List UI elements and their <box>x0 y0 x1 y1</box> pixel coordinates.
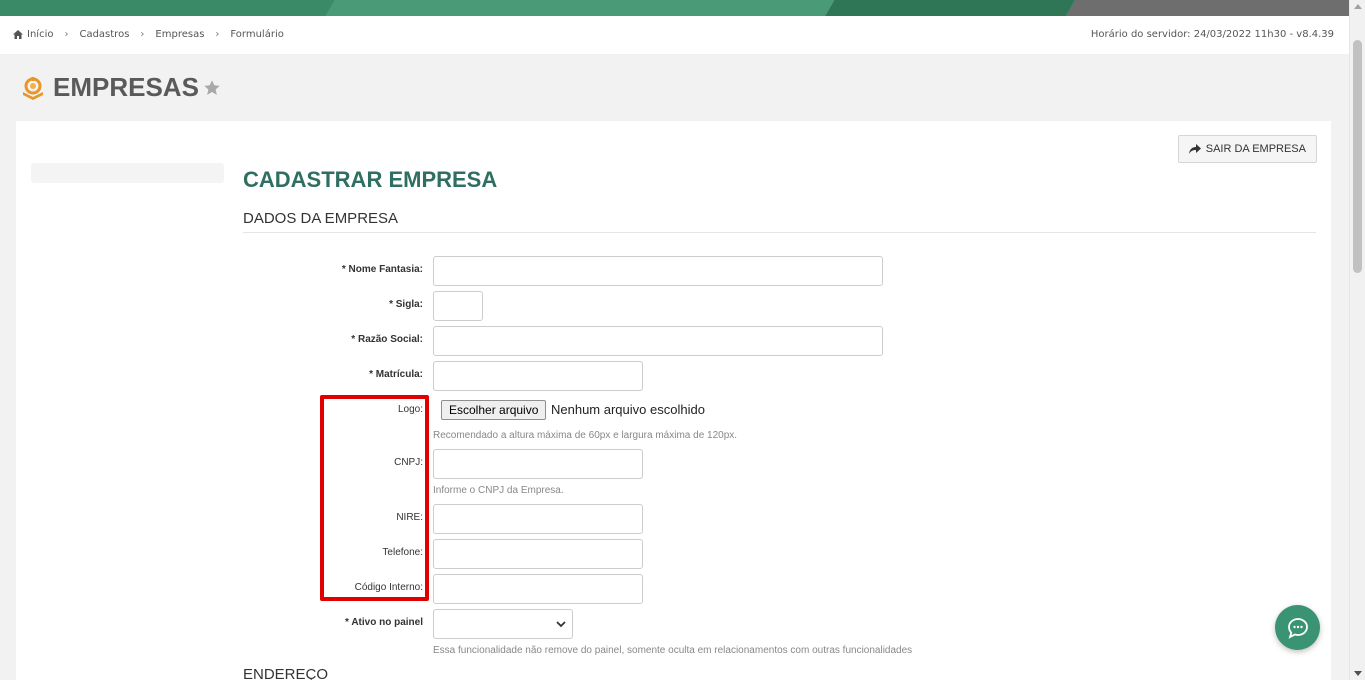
chevron-right-icon: › <box>140 29 145 40</box>
matricula-input[interactable] <box>433 361 643 391</box>
exit-company-button[interactable]: SAIR DA EMPRESA <box>1177 135 1317 163</box>
breadcrumb-item-inicio[interactable]: Início <box>27 29 53 40</box>
nome-fantasia-label: * Nome Fantasia: <box>341 264 423 275</box>
top-banner <box>0 0 1349 16</box>
server-time: Horário do servidor: 24/03/2022 11h30 - … <box>1090 29 1334 40</box>
chevron-right-icon: › <box>215 29 220 40</box>
company-building-icon <box>23 76 43 100</box>
breadcrumb-item-cadastros[interactable]: Cadastros <box>79 29 129 40</box>
share-arrow-icon <box>1188 144 1201 154</box>
ativo-painel-label: * Ativo no painel <box>345 617 423 628</box>
chevron-down-icon <box>556 621 566 628</box>
breadcrumb-item-formulario: Formulário <box>230 29 284 40</box>
page-scrollbar[interactable] <box>1349 0 1365 680</box>
section-divider <box>243 232 1316 233</box>
page-header: EMPRESAS <box>20 72 221 103</box>
chat-button[interactable] <box>1275 605 1320 650</box>
side-menu-placeholder <box>31 163 224 183</box>
main-card: SAIR DA EMPRESA CADASTRAR EMPRESA DADOS … <box>16 121 1331 680</box>
highlight-box <box>320 395 429 601</box>
codigo-interno-input[interactable] <box>433 574 643 604</box>
sigla-input[interactable] <box>433 291 483 321</box>
chat-bubble-icon <box>1287 617 1308 639</box>
ativo-help-text: Essa funcionalidade não remove do painel… <box>433 645 913 656</box>
sigla-label: * Sigla: <box>389 299 423 310</box>
logo-help-text: Recomendado a altura máxima de 60px e la… <box>433 430 738 441</box>
scroll-up-icon[interactable] <box>1354 4 1362 9</box>
cnpj-input[interactable] <box>433 449 643 479</box>
cnpj-help-text: Informe o CNPJ da Empresa. <box>433 485 564 496</box>
scroll-down-icon[interactable] <box>1354 671 1362 676</box>
scrollbar-thumb[interactable] <box>1353 40 1362 273</box>
nome-fantasia-input[interactable] <box>433 256 883 286</box>
favorite-star-icon[interactable] <box>203 79 221 97</box>
section-title-company: DADOS DA EMPRESA <box>243 210 399 227</box>
matricula-label: * Matrícula: <box>369 369 423 380</box>
razao-social-label: * Razão Social: <box>351 334 423 345</box>
home-icon <box>13 30 23 39</box>
page-title: EMPRESAS <box>53 72 199 102</box>
chevron-right-icon: › <box>64 29 69 40</box>
breadcrumb-bar: Início › Cadastros › Empresas › Formulár… <box>0 16 1349 54</box>
nire-input[interactable] <box>433 504 643 534</box>
breadcrumb-item-empresas[interactable]: Empresas <box>155 29 204 40</box>
form-title: CADASTRAR EMPRESA <box>243 167 498 192</box>
breadcrumb: Início › Cadastros › Empresas › Formulár… <box>13 29 284 40</box>
ativo-painel-select[interactable] <box>433 609 573 639</box>
file-status: Nenhum arquivo escolhido <box>551 402 705 417</box>
section-title-address: ENDEREÇO <box>243 666 329 680</box>
razao-social-input[interactable] <box>433 326 883 356</box>
exit-company-label: SAIR DA EMPRESA <box>1205 143 1306 155</box>
choose-file-button[interactable]: Escolher arquivo <box>441 400 547 420</box>
telefone-input[interactable] <box>433 539 643 569</box>
